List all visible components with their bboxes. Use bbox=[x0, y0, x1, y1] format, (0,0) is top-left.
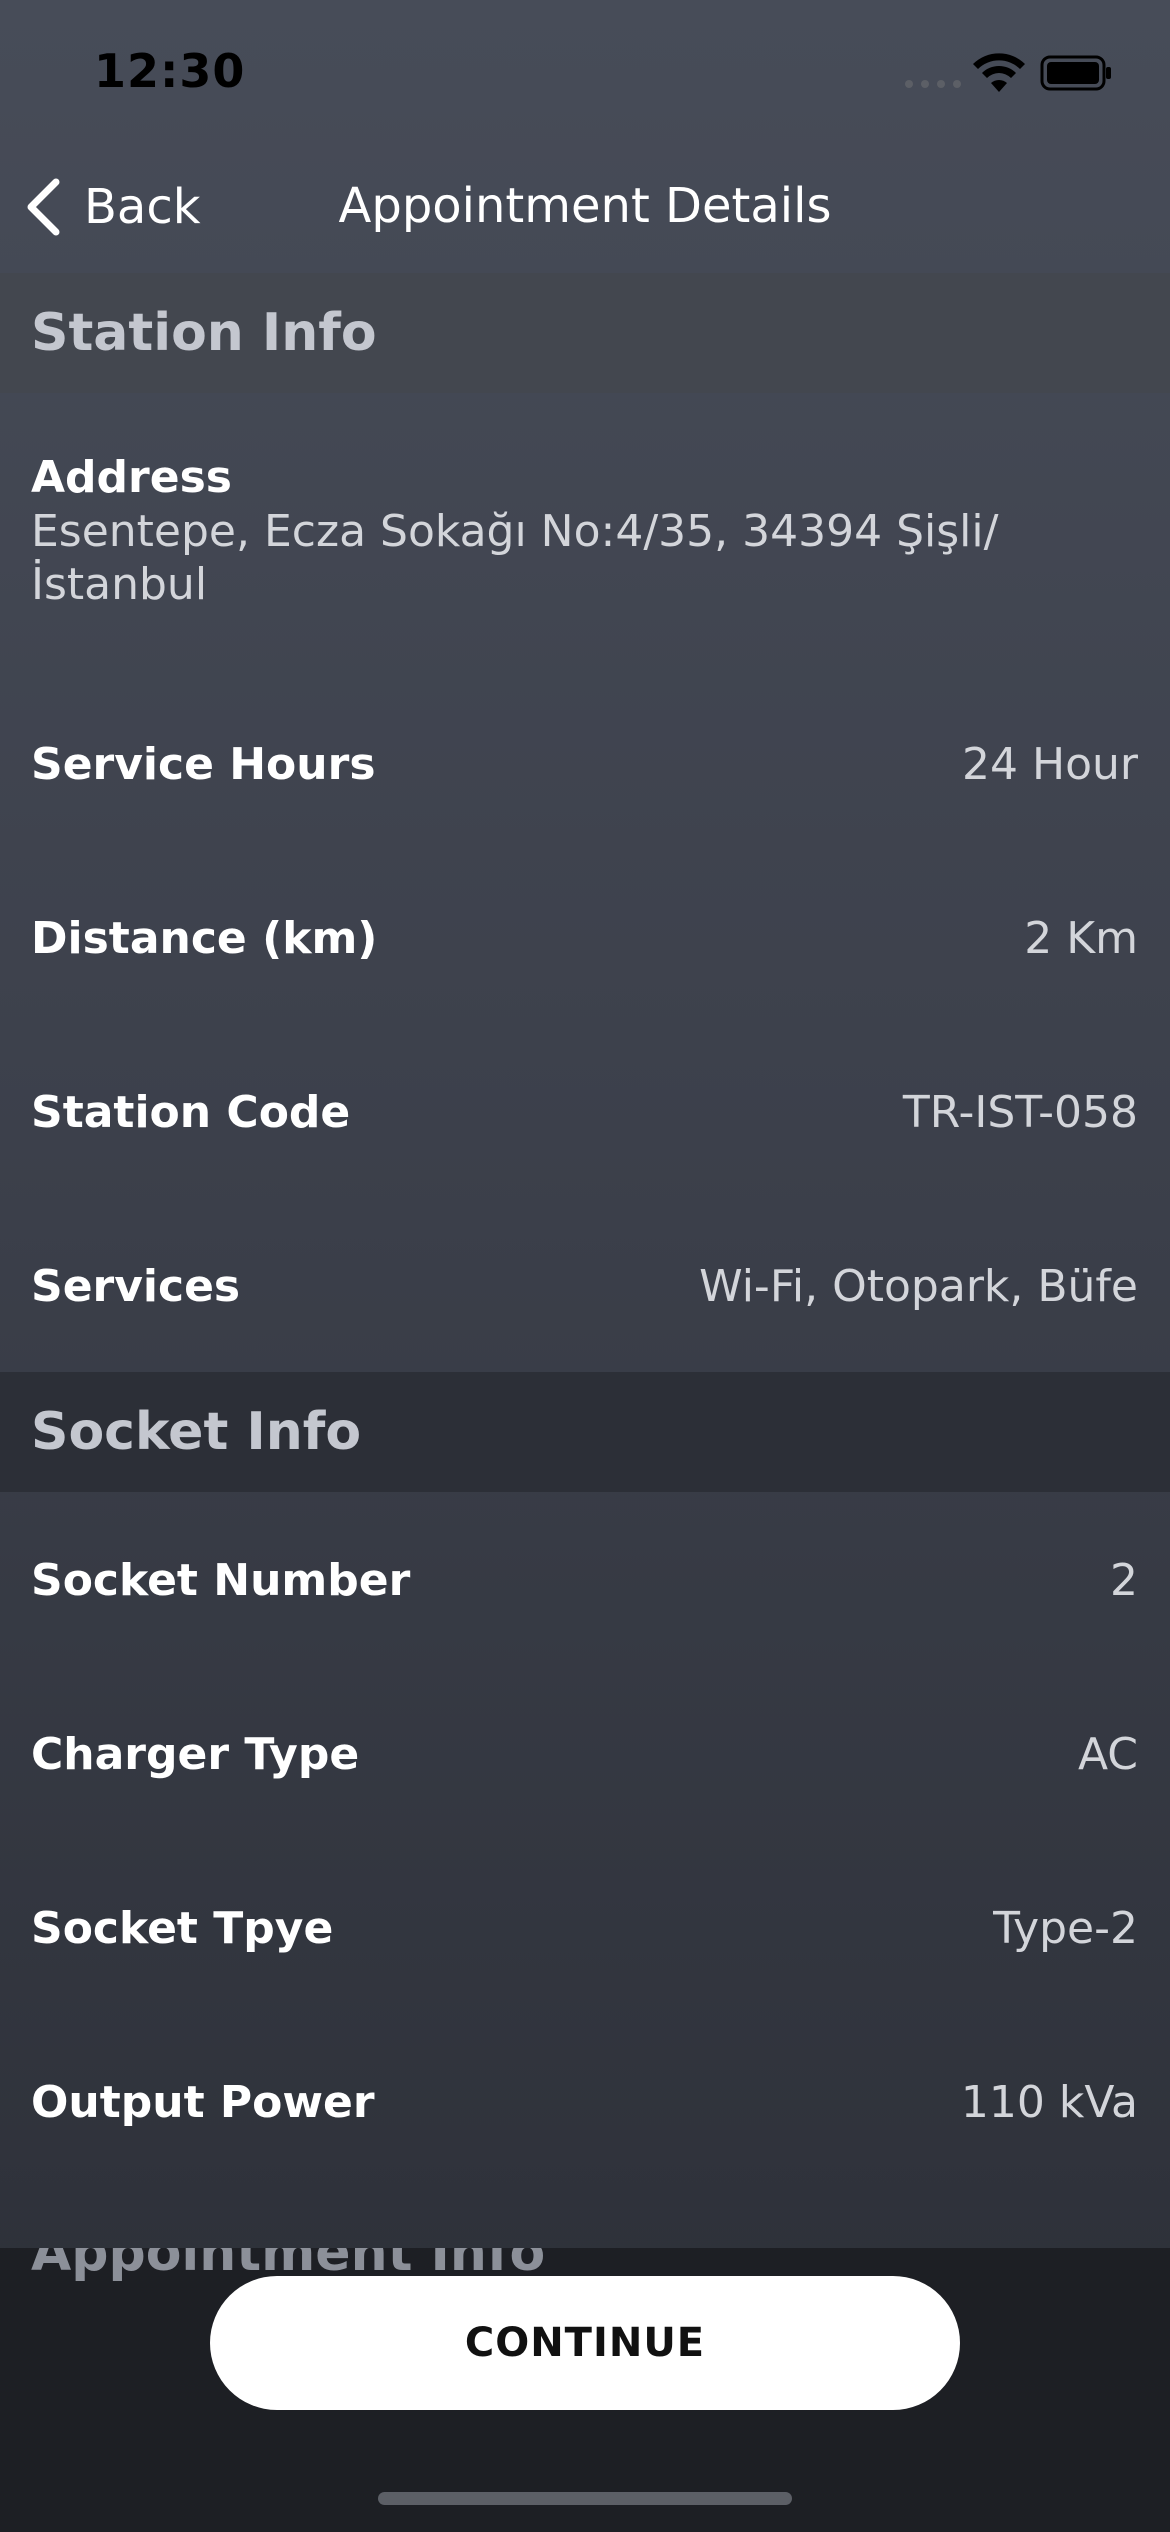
home-indicator bbox=[378, 2492, 792, 2505]
wifi-icon bbox=[973, 53, 1025, 92]
row-label: Service Hours bbox=[31, 738, 376, 790]
row-value: 24 Hour bbox=[962, 738, 1138, 790]
signal-icon bbox=[905, 80, 963, 88]
page-title: Appointment Details bbox=[338, 178, 832, 234]
services-row: Services Wi-Fi, Otopark, Büfe bbox=[31, 1236, 1138, 1336]
socket-number-row: Socket Number 2 bbox=[31, 1530, 1138, 1630]
status-bar: 12:30 bbox=[0, 0, 1170, 150]
row-label: Services bbox=[31, 1260, 241, 1312]
output-power-row: Output Power 110 kVa bbox=[31, 2052, 1138, 2152]
row-label: Output Power bbox=[31, 2076, 375, 2128]
station-code-row: Station Code TR-IST-058 bbox=[31, 1062, 1138, 1162]
row-value: Type-2 bbox=[993, 1902, 1138, 1954]
row-label: Socket Tpye bbox=[31, 1902, 334, 1954]
section-header-station-info: Station Info bbox=[0, 273, 1170, 393]
service-hours-row: Service Hours 24 Hour bbox=[31, 714, 1138, 814]
address-value: Esentepe, Ecza Sokağı No:4/35, 34394 Şiş… bbox=[31, 506, 999, 610]
row-label: Distance (km) bbox=[31, 912, 378, 964]
row-label: Charger Type bbox=[31, 1728, 360, 1780]
socket-type-row: Socket Tpye Type-2 bbox=[31, 1878, 1138, 1978]
row-value: 2 Km bbox=[1024, 912, 1138, 964]
row-value: Wi-Fi, Otopark, Büfe bbox=[699, 1260, 1138, 1312]
section-header-socket-info: Socket Info bbox=[0, 1372, 1170, 1492]
continue-button[interactable]: CONTINUE bbox=[210, 2276, 960, 2410]
row-value: AC bbox=[1077, 1728, 1138, 1780]
address-row: Address Esentepe, Ecza Sokağı No:4/35, 3… bbox=[31, 452, 1131, 611]
row-value: 110 kVa bbox=[960, 2076, 1138, 2128]
row-label: Station Code bbox=[31, 1086, 351, 1138]
row-label: Socket Number bbox=[31, 1554, 411, 1606]
status-time: 12:30 bbox=[94, 44, 246, 98]
charger-type-row: Charger Type AC bbox=[31, 1704, 1138, 1804]
battery-icon bbox=[1040, 55, 1111, 91]
address-label: Address bbox=[31, 452, 232, 503]
distance-row: Distance (km) 2 Km bbox=[31, 888, 1138, 988]
row-value: 2 bbox=[1110, 1554, 1138, 1606]
row-value: TR-IST-058 bbox=[902, 1086, 1138, 1138]
